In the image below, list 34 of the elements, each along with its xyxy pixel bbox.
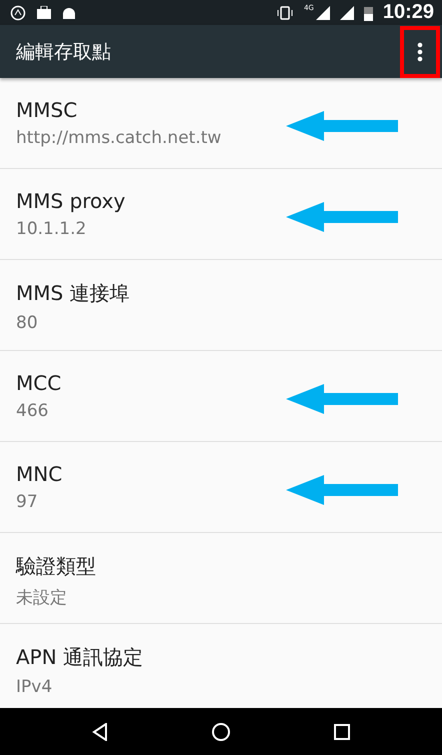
setting-value: 97 bbox=[16, 492, 38, 512]
screen-title: 編輯存取點 bbox=[16, 40, 112, 64]
battery-icon bbox=[364, 4, 373, 20]
setting-title: MNC bbox=[16, 462, 62, 486]
setting-title: MMSC bbox=[16, 98, 78, 122]
android-icon bbox=[62, 6, 76, 20]
setting-title: APN 通訊協定 bbox=[16, 644, 144, 671]
clock: 10:29 bbox=[382, 1, 434, 24]
setting-value: IPv4 bbox=[16, 677, 52, 697]
setting-value: http://mms.catch.net.tw bbox=[16, 128, 222, 148]
setting-row[interactable]: 驗證類型 未設定 bbox=[0, 533, 442, 624]
setting-row[interactable]: MNC 97 bbox=[0, 442, 442, 533]
setting-row[interactable]: MMS 連接埠 80 bbox=[0, 260, 442, 351]
setting-value: 466 bbox=[16, 401, 48, 421]
back-icon[interactable] bbox=[92, 722, 108, 740]
setting-row[interactable]: MMSC http://mms.catch.net.tw bbox=[0, 78, 442, 169]
home-icon[interactable] bbox=[210, 722, 231, 742]
setting-value: 80 bbox=[16, 313, 38, 333]
setting-row[interactable]: MCC 466 bbox=[0, 351, 442, 442]
setting-title: MMS 連接埠 bbox=[16, 280, 130, 307]
setting-title: MMS proxy bbox=[16, 189, 126, 213]
setting-title: 驗證類型 bbox=[16, 553, 96, 580]
setting-row[interactable]: MMS proxy 10.1.1.2 bbox=[0, 169, 442, 260]
setting-value: 10.1.1.2 bbox=[16, 219, 86, 239]
menu-button[interactable] bbox=[400, 26, 440, 78]
setting-value: 未設定 bbox=[16, 587, 67, 609]
signal-icon bbox=[316, 6, 330, 20]
vibrate-icon bbox=[276, 6, 294, 20]
more-icon bbox=[417, 42, 423, 62]
notification-icon bbox=[10, 4, 26, 20]
recents-icon[interactable] bbox=[334, 724, 350, 740]
briefcase-icon bbox=[36, 6, 52, 20]
signal-icon bbox=[340, 6, 354, 20]
setting-title: MCC bbox=[16, 371, 62, 395]
